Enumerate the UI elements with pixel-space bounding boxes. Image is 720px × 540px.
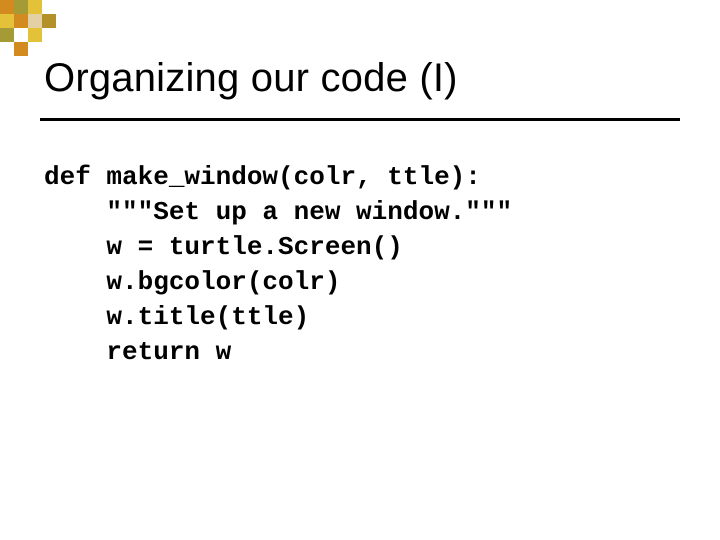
code-line: w = turtle.Screen() xyxy=(44,232,403,262)
code-line: def make_window(colr, ttle): xyxy=(44,162,481,192)
slide-title: Organizing our code (I) xyxy=(44,56,458,100)
title-underline xyxy=(40,118,680,121)
corner-squares-icon xyxy=(0,0,60,60)
code-line: """Set up a new window.""" xyxy=(44,197,512,227)
code-line: w.bgcolor(colr) xyxy=(44,267,340,297)
code-block: def make_window(colr, ttle): """Set up a… xyxy=(44,160,512,371)
code-line: return w xyxy=(44,337,231,367)
code-line: w.title(ttle) xyxy=(44,302,309,332)
slide: Organizing our code (I) def make_window(… xyxy=(0,0,720,540)
